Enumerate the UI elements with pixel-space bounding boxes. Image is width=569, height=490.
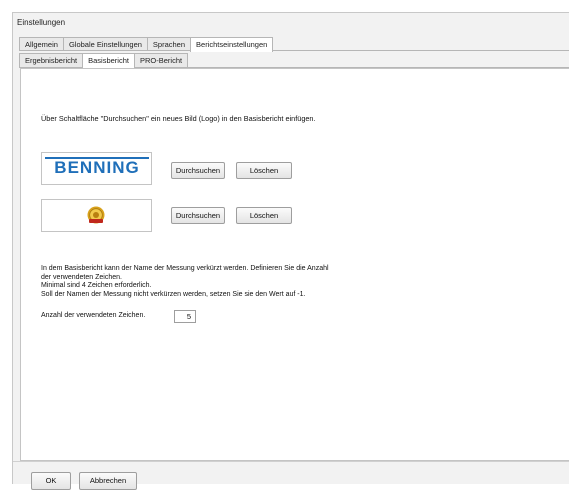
char-count-input[interactable]: 5 xyxy=(174,310,196,323)
tab-allgemein[interactable]: Allgemein xyxy=(19,37,64,51)
subtab-basisbericht[interactable]: Basisbericht xyxy=(82,53,135,68)
gold-seal-badge-icon xyxy=(87,206,105,224)
description-line: Soll der Namen der Messung nicht verkürz… xyxy=(41,290,306,298)
ok-button[interactable]: OK xyxy=(31,472,71,490)
subtab-pro-bericht[interactable]: PRO-Bericht xyxy=(133,53,189,67)
browse-button-2[interactable]: Durchsuchen xyxy=(171,207,225,224)
tab-sprachen[interactable]: Sprachen xyxy=(146,37,192,51)
tab-berichtseinstellungen[interactable]: Berichtseinstellungen xyxy=(190,37,274,52)
delete-button-1[interactable]: Löschen xyxy=(236,162,292,179)
description-line: Minimal sind 4 Zeichen erforderlich. xyxy=(41,282,152,290)
sub-tab-bar: Ergebnisbericht Basisbericht PRO-Bericht xyxy=(19,53,189,68)
window-title: Einstellungen xyxy=(17,18,66,27)
browse-button-1[interactable]: Durchsuchen xyxy=(171,162,225,179)
tab-globale-einstellungen[interactable]: Globale Einstellungen xyxy=(62,37,148,51)
footer-divider xyxy=(13,461,569,462)
settings-window: Einstellungen Allgemein Globale Einstell… xyxy=(12,12,569,490)
cancel-button[interactable]: Abbrechen xyxy=(79,472,137,490)
logo-preview-2 xyxy=(41,199,152,232)
delete-button-2[interactable]: Löschen xyxy=(236,207,292,224)
basisbericht-panel: Über Schaltfläche "Durchsuchen" ein neue… xyxy=(20,68,569,461)
main-tab-bar: Allgemein Globale Einstellungen Sprachen… xyxy=(19,37,274,52)
char-count-label: Anzahl der verwendeten Zeichen. xyxy=(41,312,146,319)
shorten-name-description: In dem Basisbericht kann der Name der Me… xyxy=(41,265,391,299)
logo-preview-1: BENNING xyxy=(41,152,152,185)
description-line: der verwendeten Zeichen. xyxy=(41,273,122,281)
intro-text: Über Schaltfläche "Durchsuchen" ein neue… xyxy=(41,114,316,123)
tab-bar-divider xyxy=(19,50,569,51)
description-line: In dem Basisbericht kann der Name der Me… xyxy=(41,265,329,272)
subtab-ergebnisbericht[interactable]: Ergebnisbericht xyxy=(19,53,84,67)
benning-logo: BENNING xyxy=(45,157,149,178)
